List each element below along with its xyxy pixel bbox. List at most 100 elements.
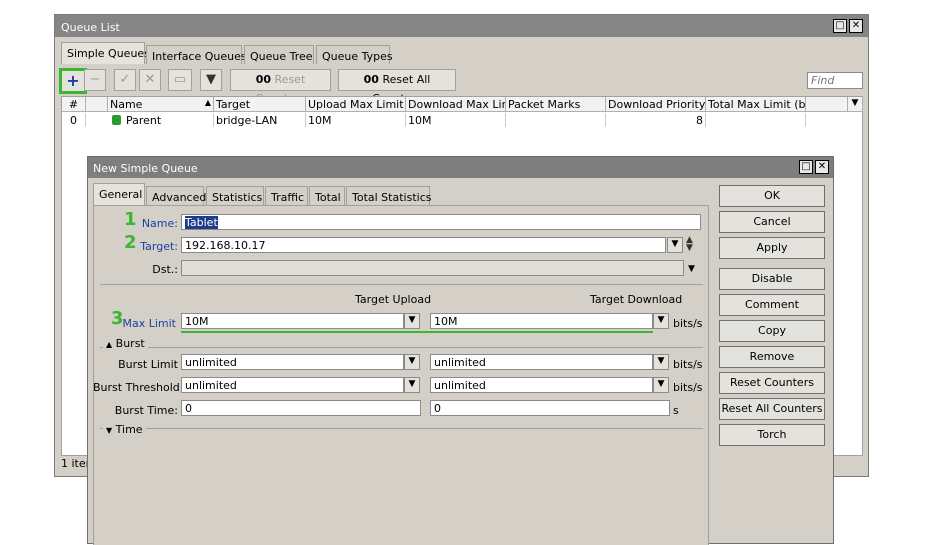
comment-icon: ▭ (173, 72, 187, 87)
dst-input[interactable] (181, 260, 684, 276)
name-value: Tablet (185, 216, 218, 229)
column-header-priority[interactable]: Download Priority (606, 97, 706, 112)
column-header-target[interactable]: Target (214, 97, 306, 112)
time-section-label: Time (115, 423, 143, 436)
row-download: 10M (406, 113, 506, 127)
tab-interface-queues[interactable]: Interface Queues (146, 45, 247, 64)
column-header-blank[interactable] (86, 97, 108, 112)
disable-button[interactable]: ✕ (139, 69, 161, 91)
max-limit-download-input[interactable]: 10M (430, 313, 653, 329)
row-upload: 10M (306, 113, 406, 127)
collapse-up-icon: ▲ (106, 340, 113, 349)
target-spinner-icon[interactable]: ▲ ▼ (686, 236, 693, 253)
column-name-label: Name (110, 98, 143, 111)
row-name-text: Parent (126, 114, 162, 127)
plus-icon: + (66, 71, 80, 90)
columns-dropdown-icon[interactable]: ▼ (848, 97, 863, 112)
tab-advanced[interactable]: Advanced (146, 186, 206, 205)
max-limit-label: Max Limit (122, 317, 176, 330)
burst-threshold-download-dropdown-icon[interactable]: ▼ (653, 377, 669, 393)
column-header-download[interactable]: Download Max Limit (406, 97, 506, 112)
column-header-packet-marks[interactable]: Packet Marks (506, 97, 606, 112)
column-header-filler (806, 97, 848, 112)
burst-section-toggle[interactable]: ▲ Burst (103, 337, 148, 350)
burst-threshold-upload-dropdown-icon[interactable]: ▼ (404, 377, 420, 393)
burst-time-upload-input[interactable]: 0 (181, 400, 421, 416)
close-icon[interactable]: ✕ (849, 19, 863, 33)
max-limit-upload-input[interactable]: 10M (181, 313, 404, 329)
enable-button[interactable]: ✓ (114, 69, 136, 91)
annotation-1: 1 (124, 209, 137, 230)
comment-button[interactable]: Comment (719, 294, 825, 316)
new-simple-queue-dialog: New Simple Queue □ ✕ General Advanced St… (87, 156, 834, 545)
row-total (706, 113, 806, 127)
target-input[interactable]: 192.168.10.17 (181, 237, 666, 253)
ok-button[interactable]: OK (719, 185, 825, 207)
target-dropdown-icon[interactable]: ▼ (667, 237, 683, 253)
maximize-icon[interactable]: □ (833, 19, 847, 33)
column-header-upload[interactable]: Upload Max Limit (306, 97, 406, 112)
expand-down-icon: ▼ (106, 426, 113, 435)
dialog-title: New Simple Queue (93, 162, 198, 175)
remove-button[interactable]: − (84, 69, 106, 91)
tab-general[interactable]: General (93, 183, 145, 205)
burst-threshold-download-input[interactable]: unlimited (430, 377, 653, 393)
find-input[interactable] (807, 72, 863, 89)
dst-dropdown-icon[interactable]: ▼ (688, 264, 695, 274)
reset-counters-button[interactable]: 00 Reset Counters (230, 69, 331, 105)
tab-traffic[interactable]: Traffic (265, 186, 308, 205)
comment-button[interactable]: ▭ (168, 69, 192, 91)
tab-simple-queues[interactable]: Simple Queues (61, 42, 150, 64)
annotation-2: 2 (124, 232, 137, 253)
table-row[interactable]: 0 Parent bridge-LAN 10M 10M 8 (62, 113, 862, 127)
max-limit-unit: bits/s (673, 317, 703, 330)
target-upload-header: Target Upload (355, 293, 432, 306)
burst-limit-download-input[interactable]: unlimited (430, 354, 653, 370)
reset-all-counters-button[interactable]: Reset All Counters (719, 398, 825, 420)
copy-button[interactable]: Copy (719, 320, 825, 342)
dst-label: Dst.: (152, 263, 178, 276)
reset-all-counters-button[interactable]: 00 Reset All Counters (338, 69, 456, 105)
tab-statistics[interactable]: Statistics (206, 186, 264, 205)
filter-button[interactable]: ▼ (200, 69, 222, 91)
burst-limit-upload-input[interactable]: unlimited (181, 354, 404, 370)
row-target: bridge-LAN (214, 113, 306, 127)
torch-button[interactable]: Torch (719, 424, 825, 446)
counters-icon: 00 (255, 73, 272, 86)
row-marks (506, 113, 606, 127)
cancel-button[interactable]: Cancel (719, 211, 825, 233)
column-header-name[interactable]: Name ▲ (108, 97, 214, 112)
cross-icon: ✕ (144, 72, 156, 87)
burst-threshold-upload-input[interactable]: unlimited (181, 377, 404, 393)
burst-limit-unit: bits/s (673, 358, 703, 371)
tab-queue-types[interactable]: Queue Types (316, 45, 393, 64)
burst-limit-upload-dropdown-icon[interactable]: ▼ (404, 354, 420, 370)
queue-list-title: Queue List (61, 21, 120, 34)
target-label: Target: (140, 240, 178, 253)
column-header-num[interactable]: # (62, 97, 86, 112)
reset-counters-button[interactable]: Reset Counters (719, 372, 825, 394)
row-num: 0 (62, 113, 86, 127)
apply-button[interactable]: Apply (719, 237, 825, 259)
tab-total[interactable]: Total (309, 186, 345, 205)
dialog-maximize-icon[interactable]: □ (799, 160, 813, 174)
tab-total-statistics[interactable]: Total Statistics (346, 186, 431, 205)
max-limit-download-dropdown-icon[interactable]: ▼ (653, 313, 669, 329)
dialog-close-icon[interactable]: ✕ (815, 160, 829, 174)
dialog-titlebar[interactable]: New Simple Queue (88, 157, 833, 178)
burst-limit-label: Burst Limit (118, 358, 178, 371)
max-limit-upload-dropdown-icon[interactable]: ▼ (404, 313, 420, 329)
row-name: Parent (108, 113, 214, 127)
target-download-header: Target Download (590, 293, 683, 306)
column-header-total-max[interactable]: Total Max Limit (bi... (706, 97, 806, 112)
remove-button[interactable]: Remove (719, 346, 825, 368)
time-section-toggle[interactable]: ▼ Time (103, 423, 146, 436)
burst-limit-download-dropdown-icon[interactable]: ▼ (653, 354, 669, 370)
disable-button[interactable]: Disable (719, 268, 825, 290)
check-icon: ✓ (119, 72, 131, 87)
name-input[interactable]: Tablet (181, 214, 701, 230)
burst-time-download-input[interactable]: 0 (430, 400, 670, 416)
tab-queue-tree[interactable]: Queue Tree (244, 45, 314, 64)
queue-list-titlebar[interactable]: Queue List (55, 15, 868, 37)
add-button[interactable]: + (59, 68, 87, 94)
